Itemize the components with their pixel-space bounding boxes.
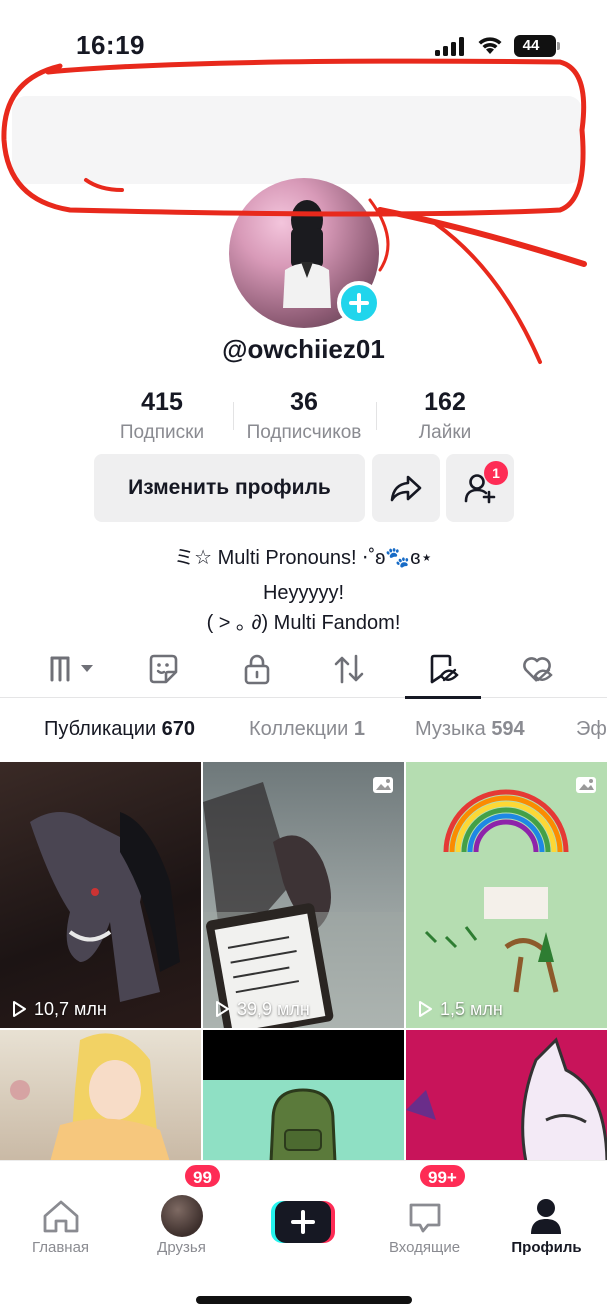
stat-label: Подписки [119,422,205,443]
inbox-icon [409,1203,441,1233]
plus-icon [271,1201,335,1243]
active-tab-indicator [405,696,481,699]
bottom-navigation: Главная 99 Друзья 99+ Входящие Профиль [0,1160,607,1316]
subtab-label: Публикации [44,718,157,740]
post-thumbnail[interactable]: 39,9 млн [203,762,404,1028]
avatar-photo [283,200,331,308]
photo-post-icon [372,774,394,794]
play-icon [419,1001,432,1017]
play-icon [13,1001,26,1017]
liked-hidden-icon [430,654,459,684]
posts-grid: 10,7 млн 39,9 млн 1,5 млн [0,762,607,1162]
nav-label: Главная [31,1239,90,1256]
stat-label: Лайки [418,422,472,443]
subtab-label: Коллекции [249,718,349,740]
subtab-label: Музыка [415,718,486,740]
post-thumbnail[interactable] [0,1030,201,1162]
stat-likes[interactable]: 162 Лайки [375,388,515,444]
sticker-icon [149,654,178,684]
view-count: 10,7 млн [10,999,107,1020]
subtab-label: Эф [576,718,607,740]
battery-icon: 44 [514,35,560,57]
subtab-count: 1 [353,718,366,740]
content-tabs [0,644,607,699]
wifi-icon [478,37,502,54]
play-icon [216,1001,229,1017]
friends-avatar [161,1195,203,1237]
tab-stickers[interactable] [146,652,190,686]
post-artwork [30,812,180,1002]
nav-label: Друзья [157,1239,206,1256]
stat-following[interactable]: 415 Подписки [92,388,232,444]
subtab-effects[interactable]: Эф [576,718,607,741]
username: @owchiiez01 [222,334,385,364]
stat-value: 36 [290,388,318,416]
view-count: 1,5 млн [416,999,503,1020]
home-icon [43,1200,79,1233]
post-artwork [203,782,404,1028]
nav-label: Входящие [388,1239,461,1256]
stat-label: Подписчиков [246,422,362,443]
subtab-posts[interactable]: Публикации 670 [44,718,195,741]
subtab-count: 594 [491,718,525,740]
tab-posts-grid[interactable] [48,652,100,686]
tab-favorites-hidden[interactable] [520,652,564,686]
stat-followers[interactable]: 36 Подписчиков [234,388,374,444]
lock-icon [244,654,270,685]
post-thumbnail[interactable]: 1,5 млн [406,762,607,1028]
bio-line: ミ☆ Multi Pronouns! ⋅˚ʚ🐾ɞ⋆ [174,547,433,569]
view-count: 39,9 млн [213,999,310,1020]
bio-line: Heyyyyy! [262,582,345,604]
view-count-text: 10,7 млн [34,999,107,1019]
stat-value: 415 [141,388,183,416]
view-count-text: 1,5 млн [440,999,503,1019]
status-time: 16:19 [76,30,145,60]
edit-profile-button[interactable]: Изменить профиль [94,454,365,522]
favorites-hidden-icon [523,657,553,682]
cellular-signal-icon [435,36,465,56]
subtab-collections[interactable]: Коллекции 1 [249,718,365,741]
subtab-count: 670 [161,718,196,740]
profile-icon [531,1199,561,1234]
home-indicator [196,1296,412,1304]
tab-private[interactable] [240,652,284,686]
subtab-music[interactable]: Музыка 594 [415,718,525,741]
tab-liked-hidden[interactable] [426,652,470,686]
battery-level: 44 [522,37,540,54]
post-thumbnail[interactable] [203,1030,404,1162]
inbox-badge: 99+ [418,1163,467,1189]
post-thumbnail[interactable]: 10,7 млн [0,762,201,1028]
photo-post-icon [575,774,597,794]
sub-tabs: Публикации 670 Коллекции 1 Музыка 594 Эф [0,712,607,752]
add-avatar-button[interactable] [337,281,381,325]
bio-line: ( ˃ ｡ ∂) Multi Fandom! [206,612,401,634]
profile-header-bar [12,96,582,184]
friend-requests-badge: 1 [484,461,508,485]
share-profile-button[interactable] [372,454,440,522]
post-artwork [203,1080,404,1162]
create-button[interactable] [271,1201,335,1243]
stat-value: 162 [424,388,466,416]
post-artwork [406,1037,607,1162]
share-icon [390,475,422,502]
post-artwork [406,762,607,1028]
grid-icon [50,656,93,682]
repost-icon [334,654,364,684]
friends-badge: 99 [183,1163,222,1189]
tab-reposts[interactable] [332,652,376,686]
view-count-text: 39,9 млн [237,999,310,1019]
post-artwork [10,1033,170,1162]
profile-stats: 415 Подписки 36 Подписчиков 162 Лайки [100,388,510,448]
status-bar: 16:19 44 [0,0,607,70]
post-thumbnail[interactable] [406,1030,607,1162]
nav-label: Профиль [511,1239,582,1256]
